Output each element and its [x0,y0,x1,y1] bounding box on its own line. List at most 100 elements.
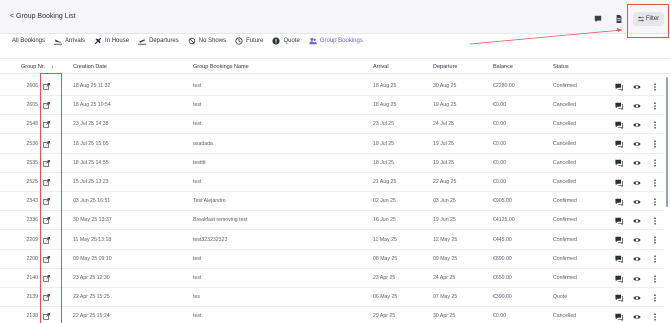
table-row[interactable]: 2548 23 Jul 25 14:38 test 23 Jul 25 24 Jul 2… [0,115,664,135]
table-row[interactable]: 2200 09 May 25 09:10 test 08 May 25 09 May 2… [0,250,664,269]
comment-icon[interactable] [615,275,623,283]
column-creation-date[interactable]: Creation Date [73,64,107,70]
vertical-scrollbar[interactable] [666,77,668,207]
eye-icon[interactable] [633,294,641,302]
tab-no-shows[interactable]: No Shows [188,37,226,45]
eye-icon[interactable] [633,140,641,148]
status-cell: Confirmed [553,198,577,205]
eye-icon[interactable] [633,159,641,167]
more-vertical-icon[interactable] [651,198,659,206]
column-status[interactable]: Status [553,64,569,70]
back-link[interactable]: < Group Booking List [10,13,76,20]
column-group-name[interactable]: Group Bookings Name [193,64,249,70]
tab-quote[interactable]: Quote [272,37,300,45]
table-row[interactable]: 2525 15 Jul 25 13:23 test 21 Aug 25 22 Aug 2… [0,173,664,192]
column-arrival[interactable]: Arrival [373,64,389,70]
filter-highlight-box [627,4,669,38]
more-vertical-icon[interactable] [651,159,659,167]
eye-icon[interactable] [633,313,641,321]
column-balance[interactable]: Balance [493,64,513,70]
comments-button[interactable] [591,12,605,26]
balance-cell: €890.00 [493,255,512,262]
tab-label: In House [105,38,130,44]
document-export-icon [616,15,622,23]
tab-all-bookings[interactable]: All Bookings [12,38,45,44]
eye-icon[interactable] [633,275,641,283]
status-cell: Cancelled [553,121,577,128]
creation-date-cell: 22 Apr 25 15:24 [73,313,110,320]
group-icon [309,37,317,45]
comment-icon[interactable] [615,217,623,225]
export-button[interactable] [612,12,626,26]
status-cell: Confirmed [553,255,577,262]
more-vertical-icon[interactable] [651,294,659,302]
more-vertical-icon[interactable] [651,274,659,283]
page-header: < Group Booking List Filter [0,0,670,34]
eye-icon[interactable] [633,236,641,244]
tab-label: Arrivals [65,38,86,44]
more-vertical-icon[interactable] [651,121,659,129]
comment-icon[interactable] [615,179,623,187]
arrival-cell: 08 May 25 [373,255,398,262]
more-vertical-icon[interactable] [651,313,659,321]
departure-cell: 03 Jun 25 [433,198,456,205]
status-cell: Confirmed [553,217,577,224]
group-name-cell: Test Alejandro [193,198,226,205]
table-row[interactable]: 2336 30 May 25 13:37 Breakfast removing te… [0,211,664,231]
comment-icon[interactable] [615,255,623,264]
tab-future[interactable]: Future [235,37,263,45]
tab-arrivals[interactable]: Arrivals [54,37,85,45]
more-vertical-icon[interactable] [651,236,659,244]
balance-cell: €0.00 [493,313,506,320]
departure-cell: 09 May 25 [433,255,458,262]
more-vertical-icon[interactable] [651,255,659,263]
eye-icon[interactable] [633,121,641,129]
tab-label: All Bookings [12,38,46,44]
more-vertical-icon[interactable] [651,82,659,91]
group-number-cell: 2200 [26,255,38,262]
more-vertical-icon[interactable] [651,178,659,187]
eye-icon[interactable] [633,217,641,225]
column-departure[interactable]: Departure [433,64,457,70]
comment-icon[interactable] [615,294,623,302]
departure-cell: 19 Jul 25 [433,140,455,147]
eye-icon[interactable] [633,102,641,110]
comment-icon[interactable] [615,159,623,168]
tab-in-house[interactable]: In House [94,37,129,45]
tab-group-bookings[interactable]: Group Bookings [309,37,363,45]
column-group-nr[interactable]: Group Nr. ↓ [21,64,54,70]
more-vertical-icon[interactable] [651,102,659,110]
eye-icon[interactable] [633,198,641,206]
tab-departures[interactable]: Departures [138,37,179,45]
group-number-cell: 2336 [26,217,38,224]
comment-icon[interactable] [615,140,623,149]
table-row[interactable]: 2138 22 Apr 25 15:24 test 29 Apr 25 30 Apr 2… [0,307,664,323]
table-row[interactable]: 2606 18 Aug 25 11:32 test 18 Aug 25 30 Aug 2… [0,77,664,96]
eye-icon[interactable] [633,179,641,187]
comment-icon[interactable] [615,198,623,206]
table-row[interactable]: 2343 03 Jun 25 16:51 Test Alejandro 02 Jun … [0,192,664,212]
balance-cell: €0.00 [493,179,506,185]
arrival-cell: 18 Jul 25 [373,140,395,147]
more-vertical-icon[interactable] [651,217,659,225]
group-name-cell: test [193,255,202,262]
table-row[interactable]: 2535 18 Jul 25 14:55 testttt 18 Jul 25 19 Ju… [0,154,664,173]
eye-icon[interactable] [633,83,641,91]
more-vertical-icon[interactable] [651,140,659,148]
status-cell: Cancelled [553,313,577,320]
group-number-cell: 2525 [26,179,38,185]
tab-label: Group Bookings [319,38,363,44]
comment-icon[interactable] [615,83,623,91]
table-row[interactable]: 2605 18 Aug 25 10:54 test 18 Aug 25 19 Aug 2… [0,96,664,116]
status-cell: Cancelled [553,140,577,147]
eye-icon[interactable] [633,255,641,263]
comment-icon[interactable] [615,102,623,110]
comment-icon[interactable] [615,121,623,129]
table-row[interactable]: 2140 23 Apr 25 12:30 test 23 Apr 25 24 Apr 2… [0,269,664,288]
table-row[interactable]: 2536 18 Jul 25 15:05 asadada 18 Jul 25 19 Ju… [0,135,664,154]
comment-icon[interactable] [615,313,623,321]
table-row[interactable]: 2139 22 Apr 25 15:25 tes 06 May 25 07 May 25… [0,288,664,308]
creation-date-cell: 11 May 25 13:18 [73,236,112,243]
table-row[interactable]: 2209 11 May 25 13:18 test323232323 11 May 2… [0,231,664,250]
comment-icon[interactable] [615,236,623,245]
